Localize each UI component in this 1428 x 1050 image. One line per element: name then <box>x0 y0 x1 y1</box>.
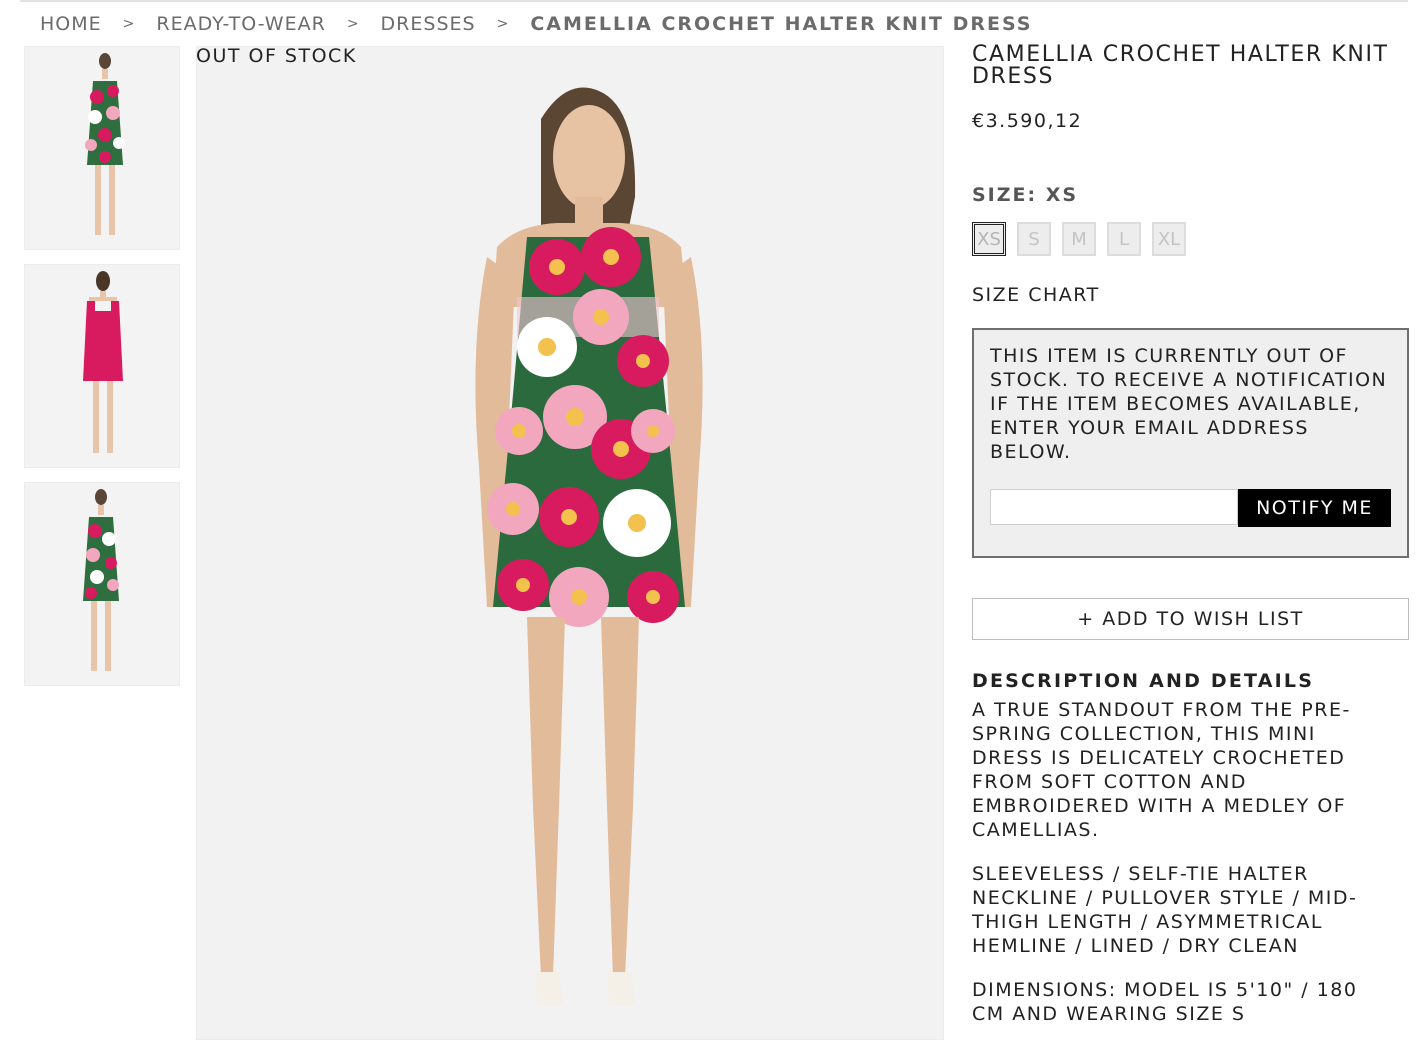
dimensions-paragraph: DIMENSIONS: MODEL IS 5'10" / 180 CM AND … <box>972 979 1358 1025</box>
details-paragraph: SLEEVELESS / SELF-TIE HALTER NECKLINE / … <box>972 863 1358 957</box>
thumbnail-front-view[interactable] <box>24 46 180 250</box>
add-to-wish-list-button[interactable]: + ADD TO WISH LIST <box>972 598 1409 640</box>
out-of-stock-label: OUT OF STOCK <box>196 45 357 67</box>
product-info-panel: CAMELLIA CROCHET HALTER KNIT DRESS €3.59… <box>972 44 1409 1026</box>
size-selector: XS S M L XL <box>972 222 1409 256</box>
breadcrumb-home[interactable]: HOME <box>40 13 102 35</box>
main-product-image[interactable] <box>196 46 944 1040</box>
size-option-xs[interactable]: XS <box>972 222 1006 256</box>
size-chart-link[interactable]: SIZE CHART <box>972 284 1409 306</box>
notify-form: NOTIFY ME <box>990 489 1391 527</box>
thumbnail-gallery <box>24 46 180 700</box>
breadcrumb-current: CAMELLIA CROCHET HALTER KNIT DRESS <box>530 13 1033 35</box>
product-price: €3.590,12 <box>972 110 1083 132</box>
top-divider <box>20 0 1408 2</box>
thumbnail-side-view[interactable] <box>24 482 180 686</box>
breadcrumb-separator: > <box>496 16 510 32</box>
out-of-stock-message: THIS ITEM IS CURRENTLY OUT OF STOCK. TO … <box>990 345 1388 463</box>
breadcrumb-ready-to-wear[interactable]: READY-TO-WEAR <box>156 13 325 35</box>
size-option-m[interactable]: M <box>1062 222 1096 256</box>
description-heading: DESCRIPTION AND DETAILS <box>972 670 1315 692</box>
notify-box: THIS ITEM IS CURRENTLY OUT OF STOCK. TO … <box>972 328 1409 558</box>
size-option-l[interactable]: L <box>1107 222 1141 256</box>
email-field[interactable] <box>990 489 1238 525</box>
breadcrumb-separator: > <box>122 16 136 32</box>
description-paragraph: A TRUE STANDOUT FROM THE PRE-SPRING COLL… <box>972 699 1351 841</box>
product-title: CAMELLIA CROCHET HALTER KNIT DRESS <box>972 42 1389 89</box>
thumbnail-back-view[interactable] <box>24 264 180 468</box>
breadcrumb-separator: > <box>346 16 360 32</box>
breadcrumb-dresses[interactable]: DRESSES <box>381 13 476 35</box>
notify-me-button[interactable]: NOTIFY ME <box>1238 489 1391 527</box>
size-label: SIZE: XS <box>972 184 1079 206</box>
size-option-xl[interactable]: XL <box>1152 222 1186 256</box>
breadcrumb: HOME > READY-TO-WEAR > DRESSES > CAMELLI… <box>40 10 1033 38</box>
size-option-s[interactable]: S <box>1017 222 1051 256</box>
